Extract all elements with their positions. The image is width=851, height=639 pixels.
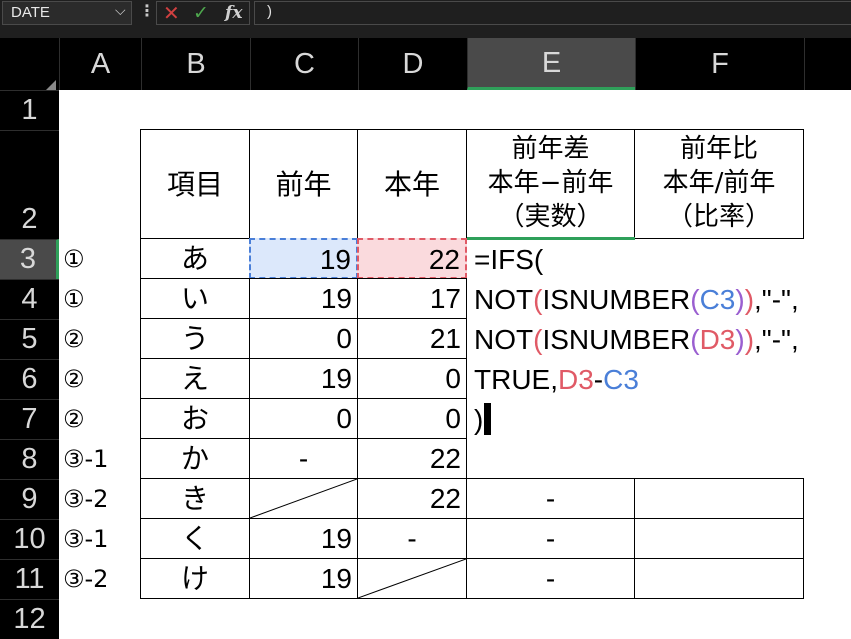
curr-cell[interactable]: 22 xyxy=(357,478,467,519)
ratio-cell[interactable] xyxy=(634,518,804,559)
curr-cell[interactable]: 0 xyxy=(357,398,467,439)
prev-cell[interactable]: 0 xyxy=(249,318,358,359)
row-marker[interactable]: ③-1 xyxy=(59,439,141,479)
prev-cell[interactable]: 19 xyxy=(249,278,358,319)
curr-cell[interactable]: - xyxy=(357,518,467,559)
row-header-8[interactable]: 8 xyxy=(0,439,59,479)
row-marker[interactable]: ① xyxy=(59,279,141,319)
select-all-button[interactable] xyxy=(0,38,59,122)
formula-line-3: NOT(ISNUMBER(D3)),"-", xyxy=(474,324,799,355)
row-header-9[interactable]: 9 xyxy=(0,479,59,519)
column-header-c[interactable]: C xyxy=(250,38,358,90)
item-cell[interactable]: け xyxy=(140,558,250,599)
curr-cell[interactable]: 17 xyxy=(357,278,467,319)
formula-input[interactable]: ) xyxy=(254,1,851,25)
formula-line-5: ) xyxy=(474,400,492,440)
row-header-5[interactable]: 5 xyxy=(0,319,59,359)
row-marker[interactable]: ③-2 xyxy=(59,559,141,599)
column-header-b[interactable]: B xyxy=(141,38,250,90)
row-header-4[interactable]: 4 xyxy=(0,279,59,319)
enter-icon[interactable]: ✓ xyxy=(193,2,209,24)
row-marker[interactable]: ③-2 xyxy=(59,479,141,519)
column-header-d[interactable]: D xyxy=(358,38,467,90)
name-box-value: DATE xyxy=(11,4,50,21)
row-marker[interactable]: ② xyxy=(59,399,141,439)
curr-cell[interactable]: 21 xyxy=(357,318,467,359)
diagonal-line xyxy=(250,479,357,518)
prev-cell[interactable]: - xyxy=(249,438,358,479)
cancel-icon[interactable]: ✕ xyxy=(163,2,180,24)
formula-bar: DATE ⌵ ⋮ ✕ ✓ fx ) xyxy=(0,0,851,38)
diff-cell[interactable]: - xyxy=(466,518,635,559)
formula-line-1: =IFS( xyxy=(474,244,544,275)
item-cell[interactable]: お xyxy=(140,398,250,439)
row-header-6[interactable]: 6 xyxy=(0,359,59,399)
chevron-down-icon[interactable]: ⌵ xyxy=(115,3,126,19)
header-diff[interactable]: 前年差 本年−前年 （実数） xyxy=(466,129,635,239)
row-header-3[interactable]: 3 xyxy=(0,239,59,279)
header-curr-year[interactable]: 本年 xyxy=(357,129,467,239)
column-header-f[interactable]: F xyxy=(635,38,804,90)
ratio-cell[interactable] xyxy=(634,478,804,519)
prev-cell[interactable]: 0 xyxy=(249,398,358,439)
ratio-cell[interactable] xyxy=(634,558,804,599)
item-cell[interactable]: え xyxy=(140,358,250,399)
header-diff-line1: 前年差 xyxy=(511,134,590,164)
curr-cell-d3[interactable]: 22 xyxy=(357,238,467,279)
row-marker[interactable]: ① xyxy=(59,239,141,279)
prev-cell-c3[interactable]: 19 xyxy=(249,238,358,279)
column-header-e[interactable]: E xyxy=(467,38,635,90)
header-prev-year[interactable]: 前年 xyxy=(249,129,358,239)
column-header-a[interactable]: A xyxy=(59,38,141,90)
header-diff-line3: （実数） xyxy=(498,202,603,232)
header-ratio[interactable]: 前年比 本年/前年 （比率） xyxy=(634,129,804,239)
diff-cell[interactable]: - xyxy=(466,478,635,519)
insert-function-icon[interactable]: fx xyxy=(225,3,242,23)
curr-cell[interactable]: 0 xyxy=(357,358,467,399)
formula-input-text: ) xyxy=(267,3,272,20)
header-ratio-line3: （比率） xyxy=(666,202,771,232)
row-marker[interactable]: ② xyxy=(59,319,141,359)
prev-cell[interactable]: 19 xyxy=(249,518,358,559)
formula-ref-c3: C3 xyxy=(699,284,736,315)
prev-cell[interactable]: 19 xyxy=(249,558,358,599)
text-cursor xyxy=(484,403,492,435)
header-ratio-line2: 本年/前年 xyxy=(662,168,776,198)
row-marker[interactable]: ② xyxy=(59,359,141,399)
curr-cell[interactable]: 22 xyxy=(357,438,467,479)
row-header-7[interactable]: 7 xyxy=(0,399,59,439)
item-cell[interactable]: い xyxy=(140,278,250,319)
formula-ref-c3: C3 xyxy=(603,364,639,395)
item-cell[interactable]: あ xyxy=(140,238,250,279)
diff-cell[interactable]: - xyxy=(466,558,635,599)
item-cell[interactable]: き xyxy=(140,478,250,519)
more-options-icon[interactable]: ⋮ xyxy=(139,1,155,20)
row-header-2[interactable]: 2 xyxy=(0,130,59,239)
row-header-11[interactable]: 11 xyxy=(0,559,59,599)
formula-ref-d3: D3 xyxy=(558,364,594,395)
row-header-1[interactable]: 1 xyxy=(0,90,59,130)
curr-cell-empty[interactable] xyxy=(357,558,467,599)
formula-ref-d3: D3 xyxy=(699,324,736,355)
diagonal-line xyxy=(358,559,466,598)
header-ratio-line1: 前年比 xyxy=(679,134,758,164)
formula-line-2: NOT(ISNUMBER(C3)),"-", xyxy=(474,284,799,315)
row-header-12[interactable]: 12 xyxy=(0,599,59,639)
item-cell[interactable]: く xyxy=(140,518,250,559)
header-item[interactable]: 項目 xyxy=(140,129,250,239)
prev-cell[interactable]: 19 xyxy=(249,358,358,399)
item-cell[interactable]: か xyxy=(140,438,250,479)
prev-cell-empty[interactable] xyxy=(249,478,358,519)
item-cell[interactable]: う xyxy=(140,318,250,359)
column-header-g[interactable] xyxy=(804,38,851,90)
formula-line-4: TRUE,D3-C3 xyxy=(474,364,639,395)
name-box[interactable]: DATE ⌵ xyxy=(2,1,132,25)
row-marker[interactable]: ③-1 xyxy=(59,519,141,559)
formula-buttons: ✕ ✓ fx xyxy=(156,1,250,25)
row-header-10[interactable]: 10 xyxy=(0,519,59,559)
header-diff-line2: 本年−前年 xyxy=(487,168,614,198)
